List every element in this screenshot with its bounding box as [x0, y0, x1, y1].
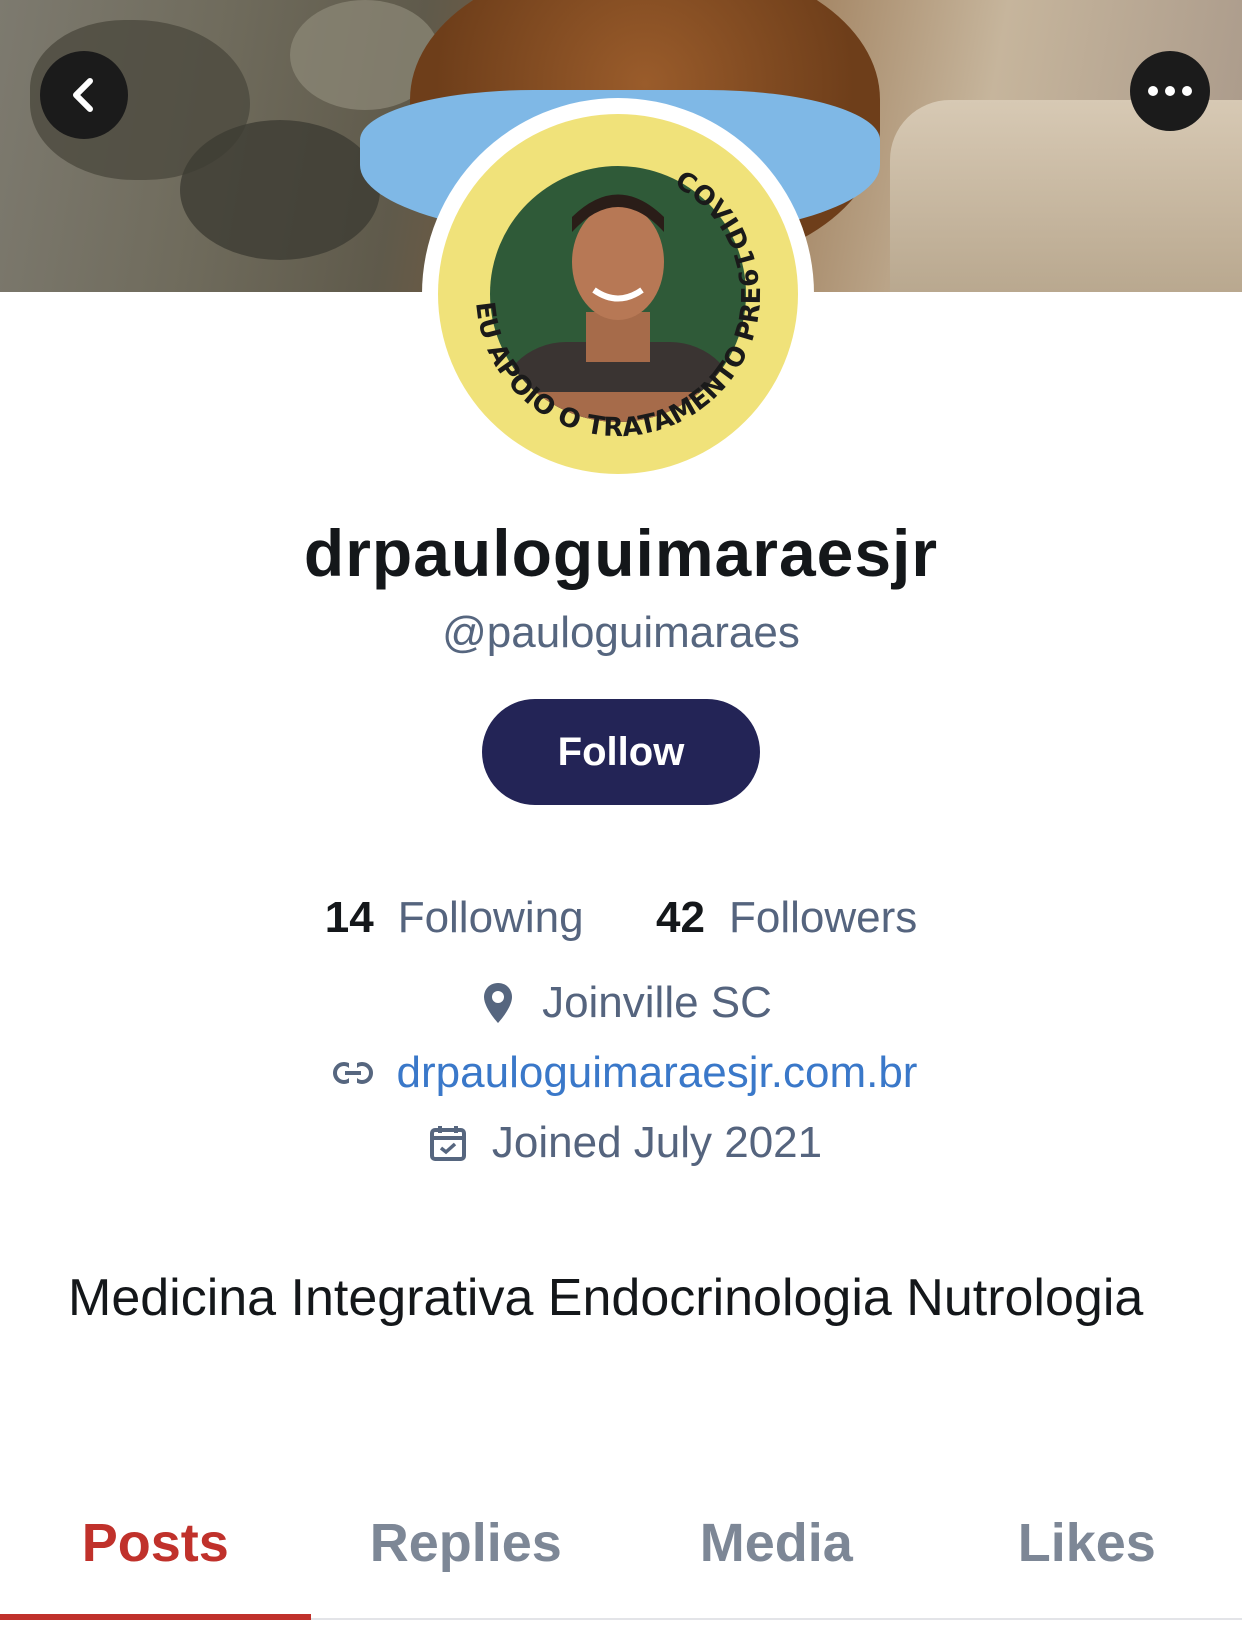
user-handle: @pauloguimaraes	[442, 608, 800, 657]
location-row: Joinville SC	[0, 978, 1242, 1028]
followers-label: Followers	[728, 893, 918, 942]
joined-text: Joined July 2021	[491, 1118, 823, 1167]
follow-stats: 14 Following 42 Followers	[0, 893, 1242, 943]
avatar[interactable]: COVID19 EU APOIO O TRATAMENTO PRECOCE	[436, 112, 800, 476]
following-label: Following	[397, 893, 584, 942]
tab-media[interactable]: Media	[621, 1500, 932, 1618]
follow-button[interactable]: Follow	[482, 699, 760, 805]
followers-link[interactable]: 42 Followers	[656, 893, 917, 942]
ellipsis-icon	[1148, 86, 1192, 96]
following-link[interactable]: 14 Following	[325, 893, 596, 942]
tab-likes[interactable]: Likes	[932, 1500, 1242, 1618]
back-button[interactable]	[40, 51, 128, 139]
location-text: Joinville SC	[542, 978, 772, 1027]
location-pin-icon	[470, 979, 526, 1027]
tab-posts[interactable]: Posts	[0, 1500, 311, 1620]
profile-tabs: Posts Replies Media Likes	[0, 1500, 1242, 1620]
profile-bio: Medicina Integrativa Endocrinologia Nutr…	[68, 1269, 1144, 1327]
joined-row: Joined July 2021	[0, 1118, 1242, 1168]
more-options-button[interactable]	[1130, 51, 1210, 131]
followers-count: 42	[656, 893, 705, 942]
display-name: drpauloguimaraesjr	[303, 516, 939, 590]
calendar-icon	[420, 1119, 476, 1167]
link-icon	[325, 1049, 381, 1097]
following-count: 14	[324, 893, 374, 942]
chevron-left-icon	[73, 78, 93, 112]
website-row: drpauloguimaraesjr.com.br	[0, 1048, 1242, 1098]
website-link[interactable]: drpauloguimaraesjr.com.br	[397, 1048, 918, 1098]
tab-replies[interactable]: Replies	[311, 1500, 622, 1618]
